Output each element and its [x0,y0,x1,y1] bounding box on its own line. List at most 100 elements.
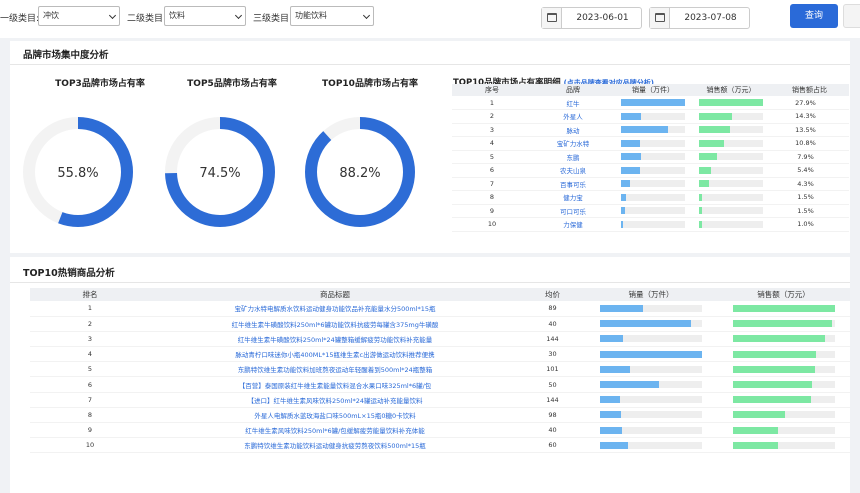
revenue-bar-track [699,112,763,120]
product-title-link[interactable]: 脉动青柠口味迷你小瓶400ML*15瓶维生素c出游做运动饮料推荐便携 [150,346,520,363]
hot-products-panel: TOP10热销商品分析 排名 商品标题 均价 销量（万件） 销售额（万元） 1宝… [10,257,850,493]
product-title-link[interactable]: 红牛维生素风味饮料250ml*6罐/包缓解疲劳能量饮料补充体能 [150,422,520,439]
brand-link[interactable]: 外星人 [532,109,614,124]
table-row[interactable]: 9 红牛维生素风味饮料250ml*6罐/包缓解疲劳能量饮料补充体能 40 [30,422,850,439]
sales-bar-track [600,411,702,419]
product-title-link[interactable]: 【进口】红牛维生素风味饮料250ml*24罐运动补充能量饮料 [150,392,520,408]
table-row[interactable]: 5 东鹏 7.9% [452,150,849,164]
share-cell: 4.3% [770,177,849,191]
table-row[interactable]: 6 【百营】泰国原装红牛维生素能量饮料混合水果口味325ml*6罐/包 50 [30,376,850,393]
level2-select[interactable]: 饮料 [164,6,246,26]
sales-bar-track [621,99,685,106]
table-row[interactable]: 4 脉动青柠口味迷你小瓶400ML*15瓶维生素c出游做运动饮料推荐便携 30 [30,346,850,363]
product-title-link[interactable]: 东鹏特饮维生素功能饮料运动健身抗疲劳熬夜饮料500ml*15瓶 [150,437,520,454]
donut-top10: 88.2% [305,117,415,227]
sales-bar-track [600,381,702,389]
rank-cell: 2 [452,109,532,124]
query-button[interactable]: 查询 [790,4,838,28]
table-row[interactable]: 9 可口可乐 1.5% [452,204,849,218]
revenue-bar [699,220,702,228]
brand-link[interactable]: 脉动 [532,123,614,137]
donut-title-top3: TOP3品牌市场占有率 [55,79,145,89]
product-title-link[interactable]: 宝矿力水特电解质水饮料运动健身功能饮品补充能量水分500ml*15瓶 [150,301,520,317]
sales-bar-cell [614,163,692,178]
sales-bar [621,193,627,201]
sales-bar [621,166,640,174]
sales-bar-cell [614,190,692,205]
table-row[interactable]: 3 红牛维生素牛磺酸饮料250ml*24罐整箱缓解疲劳功能饮料补充能量 144 [30,331,850,348]
end-date-picker[interactable]: 2023-07-08 [649,7,750,29]
rank-cell: 6 [452,163,532,178]
start-date-picker[interactable]: 2023-06-01 [541,7,642,29]
revenue-bar [699,112,732,120]
revenue-bar [732,350,817,358]
revenue-bar [732,320,833,328]
end-date-value: 2023-07-08 [684,13,737,23]
sales-bar-cell [614,123,692,137]
level1-value: 冲饮 [43,11,59,20]
level3-select[interactable]: 功能饮料 [290,6,374,26]
brand-link[interactable]: 宝矿力水特 [532,136,614,151]
level1-select[interactable]: 冲饮 [38,6,120,26]
sales-bar [621,112,642,120]
sales-bar-cell [585,437,717,454]
rank-cell: 7 [30,392,150,408]
table-row[interactable]: 8 健力宝 1.5% [452,190,849,205]
share-cell: 1.5% [770,204,849,218]
rank-cell: 4 [30,346,150,363]
sales-bar-track [600,441,702,449]
revenue-bar-track [732,365,835,373]
col-brand: 品牌 [532,84,614,96]
donut-value: 55.8% [57,166,98,181]
revenue-bar-track [732,320,835,328]
product-title-link[interactable]: 【百营】泰国原装红牛维生素能量饮料混合水果口味325ml*6罐/包 [150,376,520,393]
sales-bar-track [621,139,685,147]
brand-link[interactable]: 可口可乐 [532,204,614,218]
table-row[interactable]: 5 东鹏特饮维生素功能饮料加班熬夜运动年轻醒着到500ml*24瓶整箱 101 [30,361,850,378]
sales-bar-track [600,320,702,328]
table-row[interactable]: 2 红牛维生素牛磺酸饮料250ml*6罐功能饮料抗疲劳每罐含375mg牛磺酸 40 [30,316,850,332]
revenue-bar [699,139,724,147]
table-header-row: 排名 商品标题 均价 销量（万件） 销售额（万元） [30,288,850,301]
concentration-title: 品牌市场集中度分析 [23,50,109,61]
product-title-link[interactable]: 东鹏特饮维生素功能饮料加班熬夜运动年轻醒着到500ml*24瓶整箱 [150,361,520,378]
product-title-link[interactable]: 外星人电解质水蓝玫海盐口味500mL×15瓶0糖0卡饮料 [150,407,520,424]
table-header-row: 序号 品牌 销量（万件） 销售额（万元） 销售额占比 [452,84,849,96]
product-title-link[interactable]: 红牛维生素牛磺酸饮料250ml*24罐整箱缓解疲劳功能饮料补充能量 [150,331,520,348]
table-row[interactable]: 7 【进口】红牛维生素风味饮料250ml*24罐运动补充能量饮料 144 [30,392,850,408]
level3-label: 三级类目: [253,14,293,24]
rank-cell: 8 [452,190,532,205]
revenue-bar-track [699,193,763,201]
brand-link[interactable]: 力保健 [532,217,614,232]
table-row[interactable]: 7 百事可乐 4.3% [452,177,849,191]
table-row[interactable]: 4 宝矿力水特 10.8% [452,136,849,151]
table-row[interactable]: 1 宝矿力水特电解质水饮料运动健身功能饮品补充能量水分500ml*15瓶 89 [30,301,850,317]
brand-link[interactable]: 健力宝 [532,190,614,205]
revenue-bar-cell [692,150,770,164]
brand-link[interactable]: 红牛 [532,96,614,110]
table-row[interactable]: 2 外星人 14.3% [452,109,849,124]
donut-value: 74.5% [199,166,240,181]
brand-link[interactable]: 百事可乐 [532,177,614,191]
reset-button[interactable] [843,4,860,28]
share-cell: 10.8% [770,136,849,151]
sales-bar [621,99,685,106]
brand-link[interactable]: 东鹏 [532,150,614,164]
revenue-bar [732,396,812,404]
calendar-icon[interactable] [650,8,670,28]
table-row[interactable]: 3 脉动 13.5% [452,123,849,137]
revenue-bar [699,166,712,174]
table-row[interactable]: 8 外星人电解质水蓝玫海盐口味500mL×15瓶0糖0卡饮料 98 [30,407,850,424]
table-row[interactable]: 10 东鹏特饮维生素功能饮料运动健身抗疲劳熬夜饮料500ml*15瓶 60 [30,437,850,454]
sales-bar [600,335,624,343]
revenue-bar-track [699,153,763,161]
table-row[interactable]: 10 力保健 1.0% [452,217,849,232]
brand-link[interactable]: 农夫山泉 [532,163,614,178]
table-row[interactable]: 1 红牛 27.9% [452,96,849,110]
col-share: 销售额占比 [770,84,849,96]
calendar-icon[interactable] [542,8,562,28]
sales-bar-cell [585,301,717,317]
share-cell: 1.0% [770,217,849,232]
product-title-link[interactable]: 红牛维生素牛磺酸饮料250ml*6罐功能饮料抗疲劳每罐含375mg牛磺酸 [150,316,520,332]
table-row[interactable]: 6 农夫山泉 5.4% [452,163,849,178]
